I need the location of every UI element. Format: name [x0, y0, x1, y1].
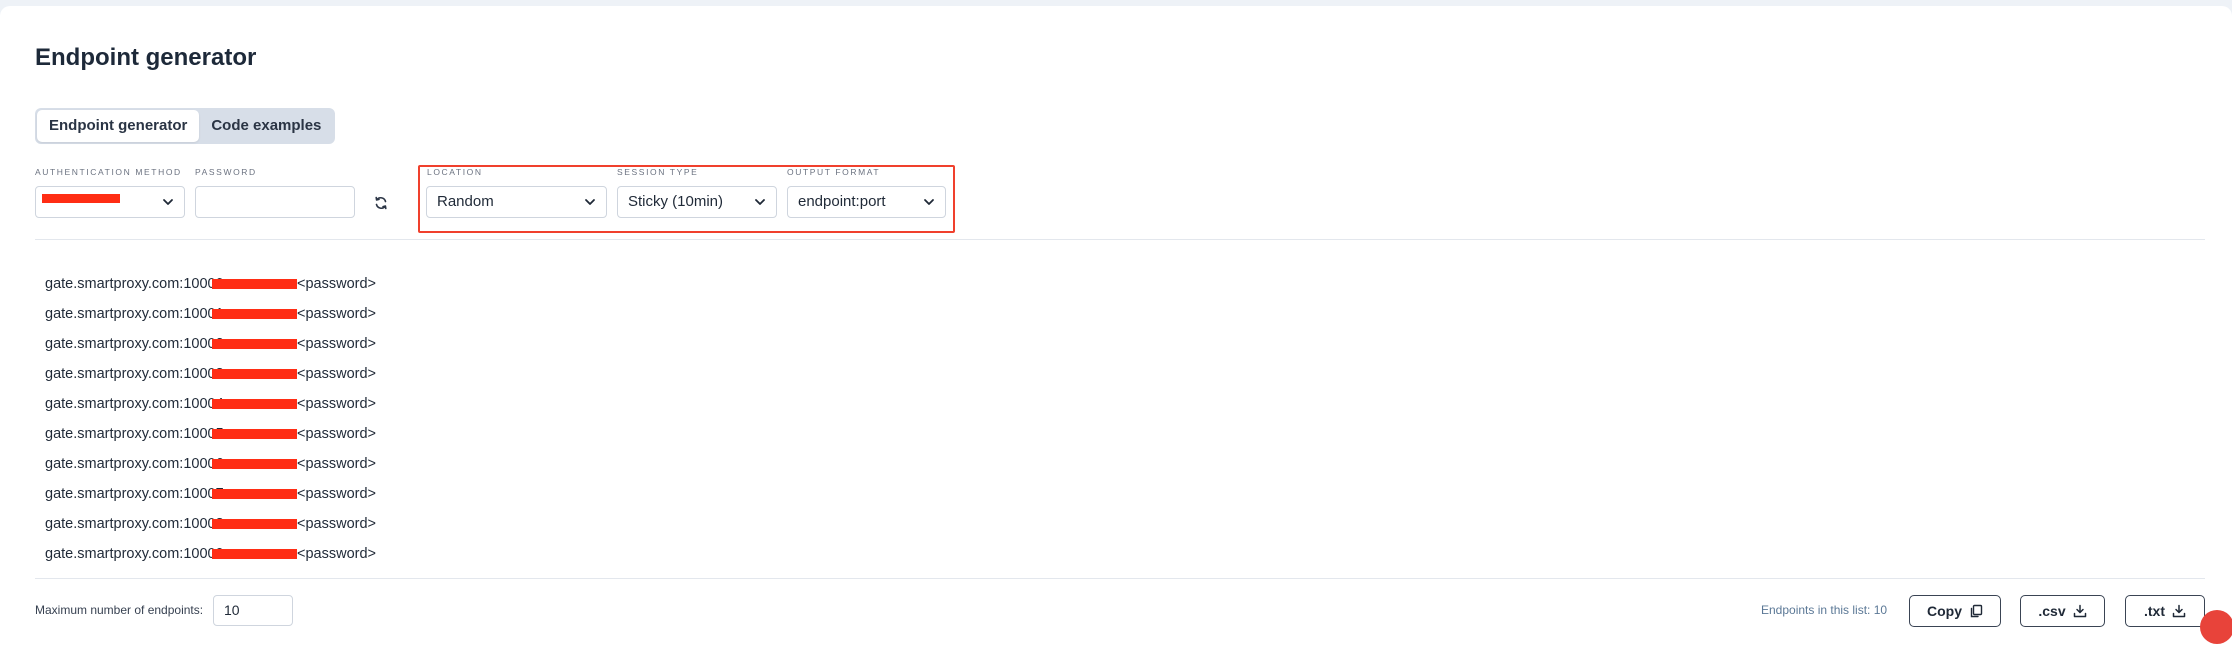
- refresh-icon[interactable]: [373, 195, 389, 211]
- copy-icon: [1970, 604, 1983, 618]
- endpoint-row: gate.smartproxy.com:10004 <password>: [45, 396, 376, 412]
- redacted-username: [212, 549, 297, 560]
- location-label: LOCATION: [427, 167, 483, 177]
- session-type-select[interactable]: Sticky (10min): [617, 186, 777, 218]
- output-format-label: OUTPUT FORMAT: [787, 167, 881, 177]
- chevron-down-icon: [755, 199, 765, 205]
- txt-button-label: .txt: [2144, 603, 2165, 619]
- chevron-down-icon: [585, 199, 595, 205]
- redacted-username: [212, 399, 297, 410]
- divider-bottom: [35, 578, 2205, 579]
- session-type-value: Sticky (10min): [628, 193, 724, 210]
- download-icon: [2073, 604, 2086, 618]
- download-txt-button[interactable]: .txt: [2125, 595, 2205, 627]
- endpoint-row: gate.smartproxy.com:10009 <password>: [45, 546, 376, 562]
- tab-endpoint-generator[interactable]: Endpoint generator: [37, 110, 200, 142]
- chevron-down-icon: [924, 199, 934, 205]
- location-select[interactable]: Random: [426, 186, 607, 218]
- download-csv-button[interactable]: .csv: [2020, 595, 2105, 627]
- redacted-username: [212, 309, 297, 320]
- redacted-username: [212, 459, 297, 470]
- endpoint-row: gate.smartproxy.com:10006 <password>: [45, 456, 376, 472]
- redacted-username: [212, 519, 297, 530]
- endpoint-row: gate.smartproxy.com:10000 <password>: [45, 276, 376, 292]
- divider-top: [35, 239, 2205, 240]
- csv-button-label: .csv: [2038, 603, 2066, 619]
- chevron-down-icon: [163, 199, 173, 205]
- tab-code-examples[interactable]: Code examples: [199, 110, 333, 142]
- endpoint-row: gate.smartproxy.com:10007 <password>: [45, 486, 376, 502]
- main-card: Endpoint generator Endpoint generator Co…: [0, 6, 2232, 646]
- redacted-username: [212, 429, 297, 440]
- location-value: Random: [437, 193, 494, 210]
- help-chat-button[interactable]: [2200, 610, 2232, 644]
- redacted-username: [212, 279, 297, 290]
- page-title: Endpoint generator: [35, 44, 257, 71]
- password-label: PASSWORD: [195, 167, 257, 177]
- endpoint-count: Endpoints in this list: 10: [1761, 603, 1888, 617]
- output-format-value: endpoint:port: [798, 193, 886, 210]
- endpoint-row: gate.smartproxy.com:10008 <password>: [45, 516, 376, 532]
- auth-method-label: AUTHENTICATION METHOD: [35, 167, 182, 177]
- session-type-label: SESSION TYPE: [617, 167, 699, 177]
- auth-method-select[interactable]: [35, 186, 185, 218]
- copy-button[interactable]: Copy: [1909, 595, 2001, 627]
- endpoint-list: gate.smartproxy.com:10000 <password> gate…: [45, 269, 376, 569]
- redacted-username: [212, 489, 297, 500]
- copy-button-label: Copy: [1927, 603, 1962, 619]
- redacted-username: [42, 194, 120, 203]
- output-format-select[interactable]: endpoint:port: [787, 186, 946, 218]
- endpoint-row: gate.smartproxy.com:10005 <password>: [45, 426, 376, 442]
- endpoint-row: gate.smartproxy.com:10002 <password>: [45, 336, 376, 352]
- max-endpoints-label: Maximum number of endpoints:: [35, 603, 204, 617]
- redacted-username: [212, 339, 297, 350]
- password-input[interactable]: [195, 186, 355, 218]
- download-icon: [2172, 604, 2186, 618]
- endpoint-row: gate.smartproxy.com:10003 <password>: [45, 366, 376, 382]
- tab-bar: Endpoint generator Code examples: [35, 108, 336, 144]
- max-endpoints-input[interactable]: 10: [213, 595, 293, 626]
- redacted-username: [212, 369, 297, 380]
- endpoint-row: gate.smartproxy.com:10001 <password>: [45, 306, 376, 322]
